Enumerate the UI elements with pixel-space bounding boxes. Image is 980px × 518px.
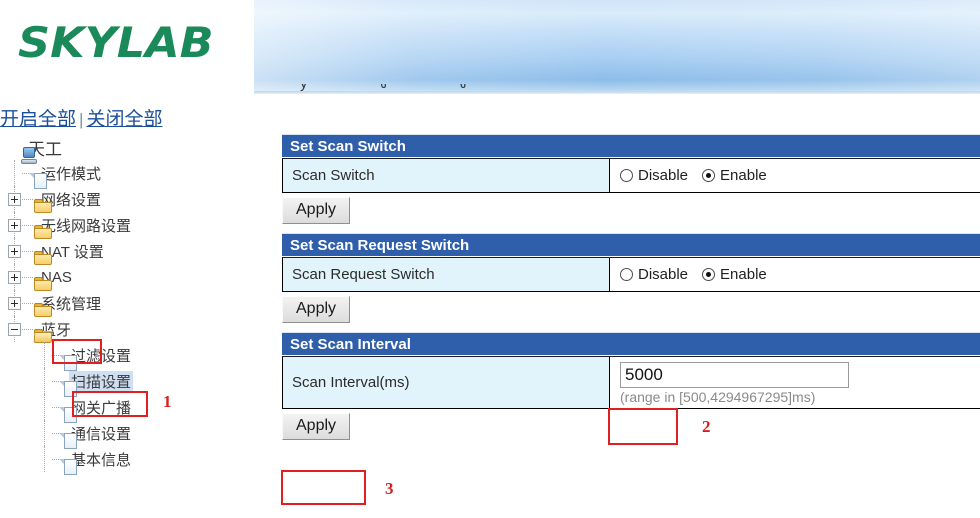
tree-item-label[interactable]: 无线网路设置 bbox=[39, 215, 133, 236]
expand-icon[interactable] bbox=[8, 192, 21, 206]
field-value: (range in [500,4294967295]ms) bbox=[610, 357, 980, 408]
tree-connector bbox=[22, 328, 33, 330]
radio-label: Enable bbox=[720, 167, 767, 184]
radio-button-icon[interactable] bbox=[620, 169, 633, 182]
section-header: Set Scan Interval bbox=[282, 332, 980, 356]
field-value: Disable Enable bbox=[610, 159, 980, 192]
tree-item-0[interactable]: 天工 bbox=[0, 134, 250, 164]
field-label: Scan Switch bbox=[283, 159, 610, 192]
tree-item-3[interactable]: 无线网路设置 bbox=[0, 212, 250, 239]
scan-interval-input[interactable] bbox=[620, 362, 849, 388]
radio-option-enable[interactable]: Enable bbox=[702, 266, 767, 283]
annotation-number-3: 3 bbox=[385, 479, 394, 498]
tree-connector bbox=[22, 276, 33, 278]
field-value: Disable Enable bbox=[610, 258, 980, 291]
tree-item-8[interactable]: 过滤设置 bbox=[0, 342, 250, 371]
tree-item-4[interactable]: NAT 设置 bbox=[0, 238, 250, 265]
tree-guide-line bbox=[44, 446, 45, 472]
collapse-icon[interactable] bbox=[8, 322, 21, 336]
main-panel: Set Scan Switch Scan Switch Disable Enable A… bbox=[282, 134, 980, 449]
tree-connector bbox=[22, 198, 33, 200]
tree-connector bbox=[22, 302, 33, 304]
section-row: Scan Switch Disable Enable bbox=[282, 158, 980, 193]
expand-all-link[interactable]: 开启全部 bbox=[0, 109, 76, 130]
expand-icon[interactable] bbox=[8, 244, 21, 258]
tree-item-label[interactable]: 过滤设置 bbox=[69, 345, 133, 366]
section-header: Set Scan Switch bbox=[282, 134, 980, 158]
tree-guide-line bbox=[44, 394, 45, 420]
settings-section-0: Set Scan Switch Scan Switch Disable Enable A… bbox=[282, 134, 980, 224]
clipped-text: у ง ง bbox=[300, 84, 860, 95]
tree-toggle-links: 开启全部 | 关闭全部 bbox=[0, 104, 162, 131]
tree-guide-line bbox=[14, 160, 15, 186]
links-separator: | bbox=[79, 110, 84, 129]
tree-item-5[interactable]: NAS bbox=[0, 264, 250, 291]
radio-button-icon[interactable] bbox=[620, 268, 633, 281]
tree-guide-line bbox=[44, 342, 45, 368]
skylab-logo: SKYLAB bbox=[18, 18, 214, 67]
tree-item-9[interactable]: 扫描设置 bbox=[0, 368, 250, 397]
header-banner bbox=[254, 0, 980, 93]
section-row: Scan Request Switch Disable Enable bbox=[282, 257, 980, 292]
radio-button-icon[interactable] bbox=[702, 268, 716, 281]
radio-label: Disable bbox=[638, 167, 689, 184]
radio-label: Disable bbox=[638, 266, 689, 283]
section-header: Set Scan Request Switch bbox=[282, 233, 980, 257]
tree-guide-line bbox=[44, 368, 45, 394]
tree-item-6[interactable]: 系统管理 bbox=[0, 290, 250, 317]
apply-button-2[interactable]: Apply bbox=[282, 413, 351, 440]
tree-item-label[interactable]: 运作模式 bbox=[39, 163, 103, 184]
field-label: Scan Request Switch bbox=[283, 258, 610, 291]
tree-item-label[interactable]: 扫描设置 bbox=[69, 370, 134, 392]
tree-item-label[interactable]: 网关广播 bbox=[69, 397, 133, 418]
section-row: Scan Interval(ms) (range in [500,42949672… bbox=[282, 356, 980, 409]
annotation-box-3 bbox=[281, 470, 366, 505]
tree-item-1[interactable]: 运作模式 bbox=[0, 160, 250, 189]
field-label: Scan Interval(ms) bbox=[283, 357, 610, 408]
radio-label: Enable bbox=[720, 266, 767, 283]
tree-item-label[interactable]: 通信设置 bbox=[69, 423, 133, 444]
expand-icon[interactable] bbox=[8, 218, 21, 232]
settings-section-2: Set Scan IntervalScan Interval(ms) (range… bbox=[282, 332, 980, 440]
apply-button-0[interactable]: Apply bbox=[282, 197, 351, 224]
tree-item-11[interactable]: 通信设置 bbox=[0, 420, 250, 449]
tree-connector bbox=[22, 224, 33, 226]
annotation-number-2: 2 bbox=[702, 417, 711, 436]
apply-button-1[interactable]: Apply bbox=[282, 296, 351, 323]
expand-icon[interactable] bbox=[8, 270, 21, 284]
radio-option-disable[interactable]: Disable bbox=[620, 167, 688, 184]
settings-section-1: Set Scan Request Switch Scan Request Swit… bbox=[282, 233, 980, 323]
tree-item-7[interactable]: 蓝牙 bbox=[0, 316, 250, 343]
clipped-text-row: у ง ง bbox=[300, 84, 860, 98]
radio-option-enable[interactable]: Enable bbox=[702, 167, 767, 184]
page-root: у ง ง SKYLAB 开启全部|关闭全部 天工运作模式网络设置无线网路设置N… bbox=[0, 0, 980, 518]
sidebar-tree: 天工 运作模式 网络设置 无线网路设置 NAT 设置 NAS 系统管理 蓝牙 过滤设置扫描设置网… bbox=[0, 134, 250, 475]
annotation-number-1: 1 bbox=[163, 392, 172, 411]
tree-item-10[interactable]: 网关广播 bbox=[0, 394, 250, 423]
radio-group: Disable Enable bbox=[620, 167, 767, 184]
tree-guide-line bbox=[44, 420, 45, 446]
tree-connector bbox=[22, 250, 33, 252]
tree-item-label[interactable]: 基本信息 bbox=[69, 449, 133, 470]
expand-icon[interactable] bbox=[8, 296, 21, 310]
radio-button-icon[interactable] bbox=[702, 169, 716, 182]
range-hint: (range in [500,4294967295]ms) bbox=[620, 389, 816, 405]
collapse-all-link[interactable]: 关闭全部 bbox=[86, 109, 162, 130]
radio-option-disable[interactable]: Disable bbox=[620, 266, 688, 283]
tree-item-2[interactable]: 网络设置 bbox=[0, 186, 250, 213]
banner-sheen bbox=[254, 0, 980, 93]
tree-item-12[interactable]: 基本信息 bbox=[0, 446, 250, 475]
radio-group: Disable Enable bbox=[620, 266, 767, 283]
